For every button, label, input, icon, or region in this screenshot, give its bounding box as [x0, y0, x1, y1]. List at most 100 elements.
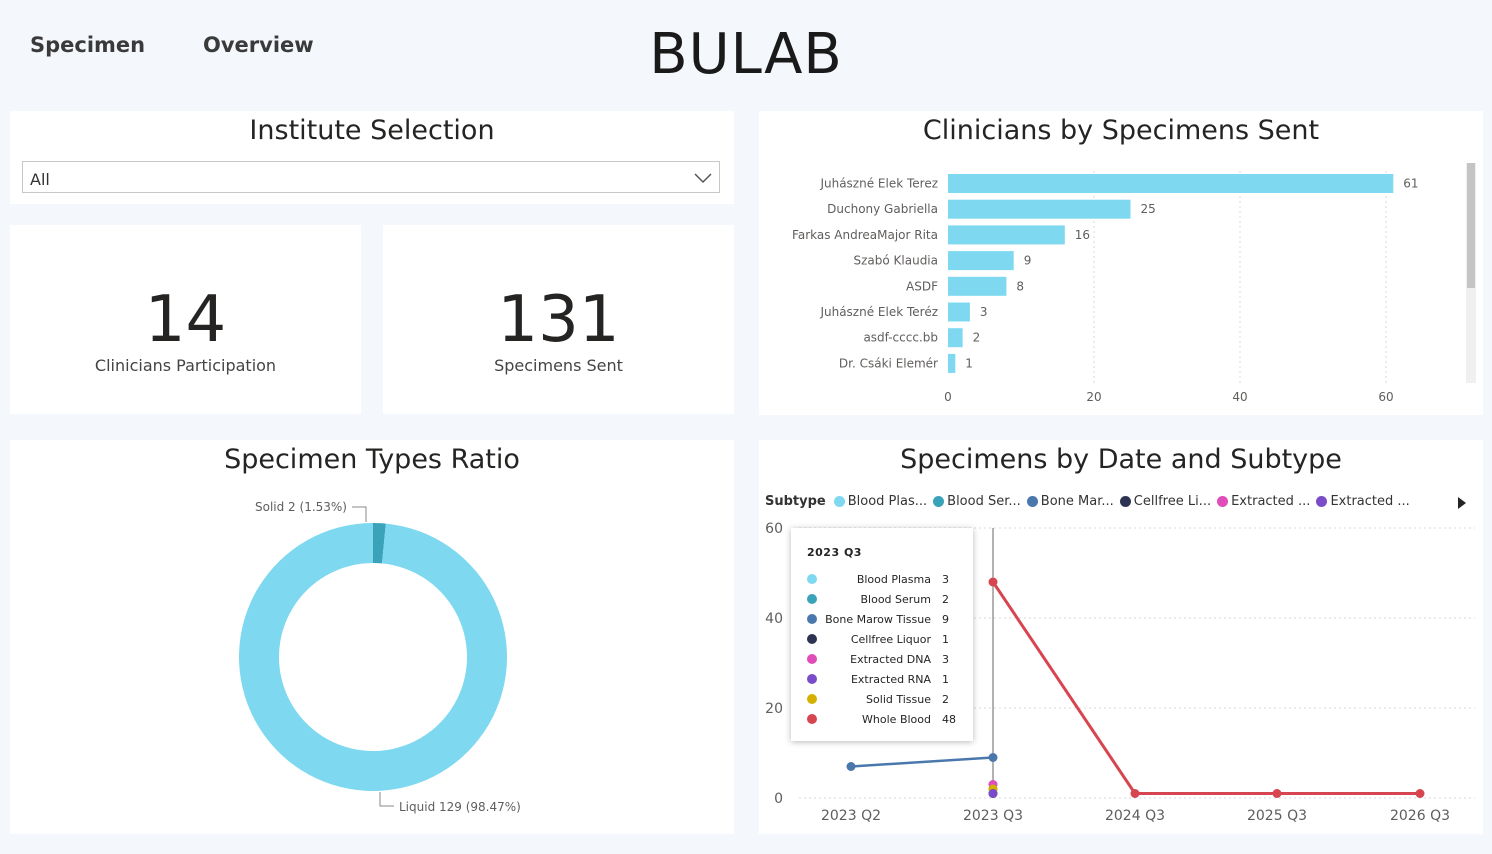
bar [948, 276, 1007, 296]
tooltip-series-name: Blood Serum [860, 593, 931, 606]
data-point [988, 789, 998, 798]
tooltip-series-name: Cellfree Liquor [850, 633, 931, 646]
tooltip-row: Blood Plasma 3 [791, 571, 973, 591]
tooltip-series-name: Bone Marow Tissue [825, 613, 931, 626]
tooltip-dot [807, 714, 817, 724]
bar [948, 225, 1065, 245]
category-label: Farkas AndreaMajor Rita [792, 228, 938, 242]
bar [948, 328, 963, 348]
x-tick-label: 20 [1086, 390, 1101, 404]
tooltip-dot [807, 694, 817, 704]
tooltip-series-value: 1 [942, 633, 949, 646]
clinicians-chart-panel: Clinicians by Specimens Sent 0 20 40 60 Juhá… [759, 111, 1483, 415]
tooltip-series-name: Solid Tissue [866, 693, 931, 706]
y-tick-label: 60 [765, 521, 783, 537]
data-point [1130, 789, 1140, 798]
tooltip-series-value: 3 [942, 653, 949, 666]
kpi-clinicians-value: 14 [144, 283, 227, 357]
institute-dropdown[interactable]: All [22, 161, 720, 193]
kpi-clinicians-label: Clinicians Participation [94, 356, 277, 375]
data-label: 16 [1075, 228, 1090, 242]
data-label: 1 [965, 356, 973, 370]
date-subtype-panel: Specimens by Date and Subtype Subtype Bl… [759, 440, 1483, 834]
tooltip-dot [807, 674, 817, 684]
tooltip-series-name: Blood Plasma [856, 573, 931, 586]
leader-line [379, 792, 394, 807]
kpi-clinicians-card: 14 Clinicians Participation [10, 225, 361, 414]
x-tick-label: 2023 Q3 [963, 808, 1023, 824]
specimen-types-donut-chart: Solid 2 (1.53%) Liquid 129 (98.47%) [238, 500, 521, 814]
data-point [846, 762, 856, 771]
y-tick-label: 20 [765, 701, 783, 717]
x-tick-label: 2025 Q3 [1247, 808, 1307, 824]
data-label: 61 [1403, 177, 1418, 191]
tooltip-row: Bone Marow Tissue 9 [791, 611, 973, 631]
donut-slice-liquid [238, 523, 507, 791]
x-tick-label: 2026 Q3 [1390, 808, 1450, 824]
category-label: Dr. Csáki Elemér [839, 356, 938, 370]
category-label: asdf-cccc.bb [863, 331, 938, 345]
tooltip-row: Whole Blood 48 [791, 711, 973, 731]
kpi-specimens-card: 131 Specimens Sent [383, 225, 734, 414]
tooltip-series-value: 3 [942, 573, 949, 586]
tooltip-row: Extracted DNA 3 [791, 651, 973, 671]
tooltip-series-value: 2 [942, 593, 949, 606]
data-point [988, 753, 998, 762]
tooltip-series-name: Extracted DNA [850, 653, 931, 666]
institute-selection-panel: Institute Selection All [10, 111, 734, 204]
clinicians-bar-chart: 0 20 40 60 Juhászné Elek Terez 61 Duchony Gabr… [792, 163, 1476, 404]
data-point [1415, 789, 1425, 798]
y-tick-label: 40 [765, 611, 783, 627]
tooltip-dot [807, 634, 817, 644]
category-label: Duchony Gabriella [827, 202, 938, 216]
tooltip-dot [807, 614, 817, 624]
tooltip-title: 2023 Q3 [807, 546, 862, 559]
tooltip-row: Extracted RNA 1 [791, 671, 973, 691]
tooltip-row: Blood Serum 2 [791, 591, 973, 611]
tooltip-dot [807, 574, 817, 584]
slice-label-liquid: Liquid 129 (98.47%) [399, 800, 521, 814]
kpi-specimens-value: 131 [497, 283, 620, 357]
series-line [850, 756, 994, 768]
x-tick-label: 60 [1378, 390, 1393, 404]
leader-line [352, 506, 367, 522]
tooltip-series-name: Extracted RNA [850, 673, 931, 686]
y-tick-label: 0 [774, 791, 783, 807]
x-tick-label: 0 [944, 390, 952, 404]
series-line [991, 581, 1420, 795]
data-label: 9 [1024, 254, 1032, 268]
x-tick-label: 2023 Q2 [821, 808, 881, 824]
data-label: 25 [1141, 202, 1156, 216]
x-tick-label: 40 [1232, 390, 1247, 404]
category-label: ASDF [906, 279, 938, 293]
bar [948, 302, 970, 322]
data-label: 3 [980, 305, 988, 319]
tooltip-row: Solid Tissue 2 [791, 691, 973, 711]
bar [948, 353, 956, 373]
scrollbar-thumb[interactable] [1467, 163, 1475, 288]
data-point [988, 577, 998, 587]
chevron-down-icon[interactable] [693, 170, 713, 189]
kpi-specimens-label: Specimens Sent [494, 356, 623, 375]
bar [948, 174, 1394, 193]
tooltip-series-name: Whole Blood [862, 713, 931, 726]
data-label: 8 [1016, 279, 1024, 293]
chart-tooltip: 2023 Q3 Blood Plasma 3 Blood Serum 2 Bone Ma… [791, 528, 973, 741]
tooltip-dot [807, 594, 817, 604]
institute-dropdown-value: All [30, 170, 50, 189]
category-label: Juhászné Elek Teréz [819, 305, 938, 319]
app-title: BULAB [649, 22, 843, 87]
specimen-types-panel: Specimen Types Ratio Solid 2 (1.53%) Liqu… [10, 440, 734, 834]
tooltip-dot [807, 654, 817, 664]
tooltip-series-value: 48 [942, 713, 956, 726]
tooltip-series-value: 9 [942, 613, 949, 626]
tooltip-series-value: 1 [942, 673, 949, 686]
data-point [1272, 789, 1282, 798]
tooltip-row: Cellfree Liquor 1 [791, 631, 973, 651]
data-label: 2 [973, 331, 981, 345]
bar [948, 251, 1014, 271]
institute-selection-title: Institute Selection [249, 115, 495, 146]
category-label: Szabó Klaudia [853, 254, 938, 268]
bar [948, 199, 1131, 219]
slice-label-solid: Solid 2 (1.53%) [255, 500, 347, 514]
